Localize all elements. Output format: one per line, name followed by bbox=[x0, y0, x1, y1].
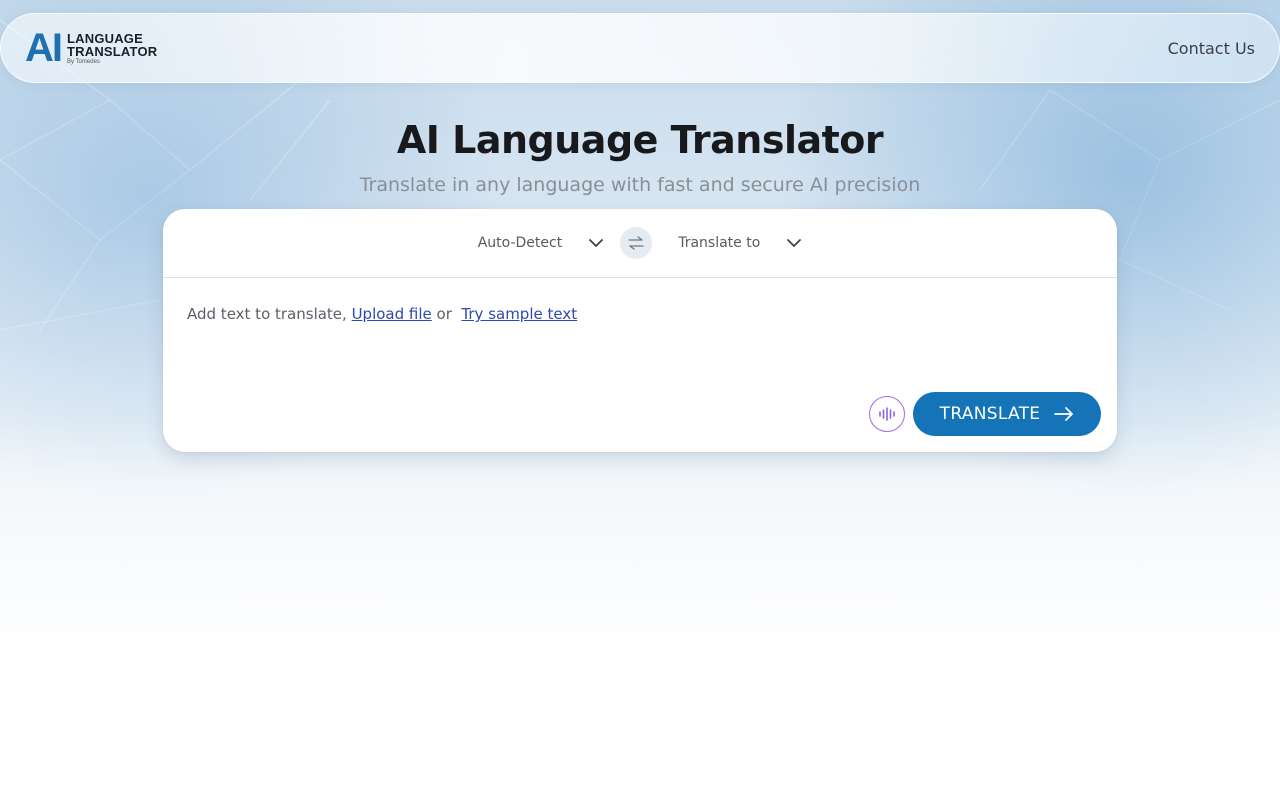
or-text: or bbox=[431, 305, 457, 323]
swap-arrows-icon bbox=[628, 236, 644, 250]
top-navbar: AI LANGUAGE TRANSLATOR By Tomedes Contac… bbox=[0, 13, 1280, 83]
translator-card: Auto-Detect Translate to Add text to tra… bbox=[163, 209, 1117, 452]
logo-wordmark: LANGUAGE TRANSLATOR By Tomedes bbox=[67, 32, 157, 65]
chevron-down-icon bbox=[787, 239, 802, 247]
translate-button-label: TRANSLATE bbox=[939, 404, 1041, 424]
logo-mark: AI bbox=[25, 26, 63, 70]
translate-button[interactable]: TRANSLATE bbox=[913, 392, 1101, 436]
page-subtitle: Translate in any language with fast and … bbox=[359, 174, 921, 196]
swap-languages-button[interactable] bbox=[620, 227, 653, 259]
logo-line1: LANGUAGE bbox=[67, 30, 143, 46]
contact-us-link[interactable]: Contact Us bbox=[1168, 39, 1255, 58]
logo-byline: By Tomedes bbox=[67, 58, 100, 65]
chevron-down-icon bbox=[589, 239, 604, 247]
input-prompt-text: Add text to translate, bbox=[187, 305, 352, 323]
language-bar: Auto-Detect Translate to bbox=[163, 209, 1117, 278]
source-language-label: Auto-Detect bbox=[477, 235, 563, 251]
target-language-select[interactable]: Translate to bbox=[678, 235, 802, 251]
logo-line2: TRANSLATOR bbox=[67, 43, 158, 59]
upload-file-link[interactable]: Upload file bbox=[352, 305, 432, 323]
site-logo[interactable]: AI LANGUAGE TRANSLATOR By Tomedes bbox=[25, 28, 157, 68]
source-text-input[interactable]: Add text to translate, Upload file or Tr… bbox=[187, 305, 577, 323]
voice-input-button[interactable] bbox=[869, 396, 905, 432]
arrow-right-icon bbox=[1054, 407, 1074, 421]
source-language-select[interactable]: Auto-Detect bbox=[478, 235, 605, 251]
try-sample-text-link[interactable]: Try sample text bbox=[461, 305, 577, 323]
page-title: AI Language Translator bbox=[396, 118, 884, 162]
audio-wave-icon bbox=[879, 407, 895, 421]
target-language-label: Translate to bbox=[678, 235, 761, 251]
